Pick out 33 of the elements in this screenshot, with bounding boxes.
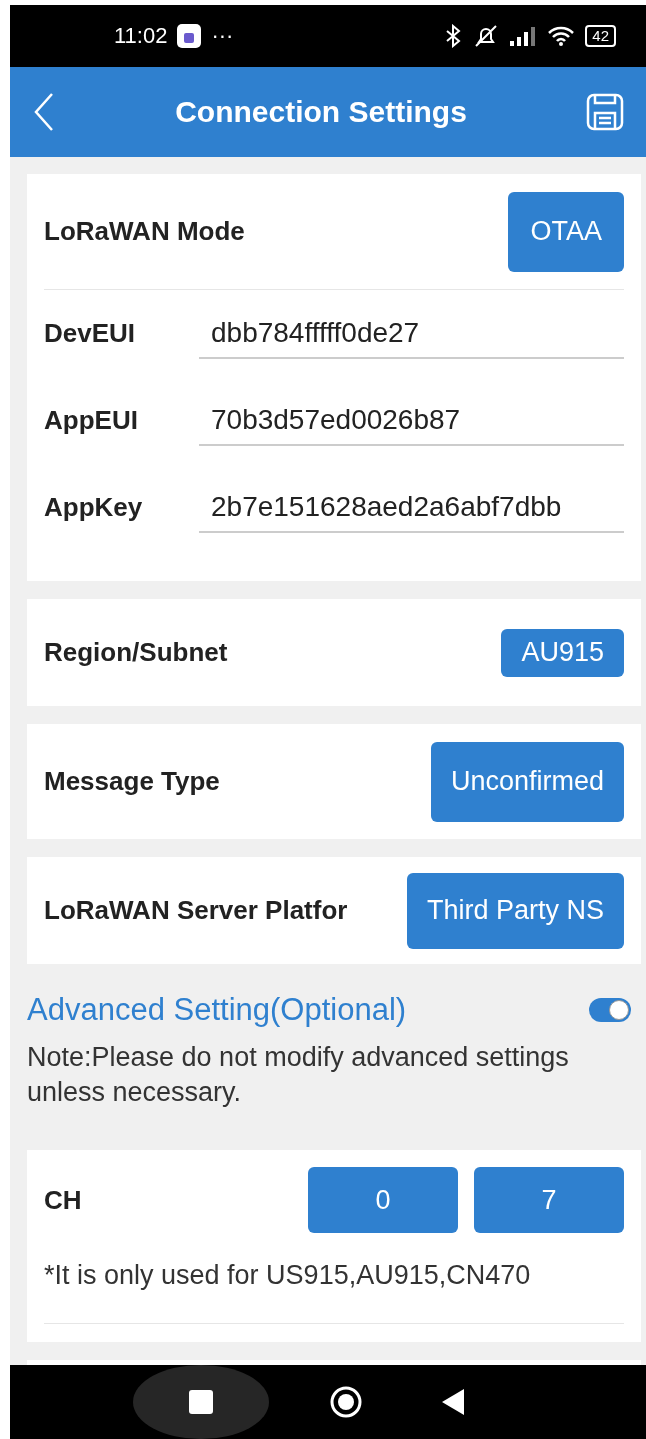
more-notifications-text: ··· xyxy=(211,23,234,49)
field-label: AppKey xyxy=(44,492,144,523)
input-field[interactable]: 70b3d57ed0026b87 xyxy=(199,395,624,446)
signal-icon xyxy=(509,25,538,47)
setting-label: Message Type xyxy=(44,766,220,797)
option-button[interactable]: AU915 xyxy=(501,628,624,677)
option-button[interactable]: Unconfirmed xyxy=(430,741,624,822)
hint-text: *It is only used for US915,AU915,CN470 xyxy=(44,1259,532,1293)
input-field[interactable]: 2b7e151628aed2a6abf7dbb xyxy=(199,482,624,533)
square-icon xyxy=(189,1390,214,1414)
input-field[interactable]: dbb784fffff0de27 xyxy=(199,308,624,359)
field-label: DevEUI xyxy=(44,318,137,349)
app-notification-icon xyxy=(177,24,202,48)
setting-label: Region/Subnet xyxy=(44,637,228,668)
muted-bell-icon xyxy=(473,24,500,48)
toggle-switch[interactable] xyxy=(589,998,631,1022)
field-label: AppEUI xyxy=(44,405,139,436)
note-text: Note:Please do not modify advanced settings unless necessary. xyxy=(27,1041,570,1110)
back-icon[interactable] xyxy=(32,92,56,132)
circle-icon xyxy=(329,1385,363,1419)
setting-label: LoRaWAN Mode xyxy=(44,216,245,247)
channel-button[interactable]: 0 xyxy=(308,1167,458,1234)
channel-button[interactable]: 7 xyxy=(474,1167,624,1234)
page-title: Connection Settings xyxy=(175,95,467,129)
wifi-icon xyxy=(547,25,576,47)
battery-level: 42 xyxy=(585,25,616,47)
setting-label: LoRaWAN Server Platfor xyxy=(44,895,348,926)
setting-label: CH xyxy=(44,1184,82,1216)
section-title: Advanced Setting(Optional) xyxy=(27,992,407,1028)
save-icon[interactable] xyxy=(586,93,624,131)
mode-button[interactable]: OTAA xyxy=(508,191,624,272)
option-button[interactable]: Third Party NS xyxy=(406,872,624,949)
clock-time: 11:02 xyxy=(114,23,168,49)
